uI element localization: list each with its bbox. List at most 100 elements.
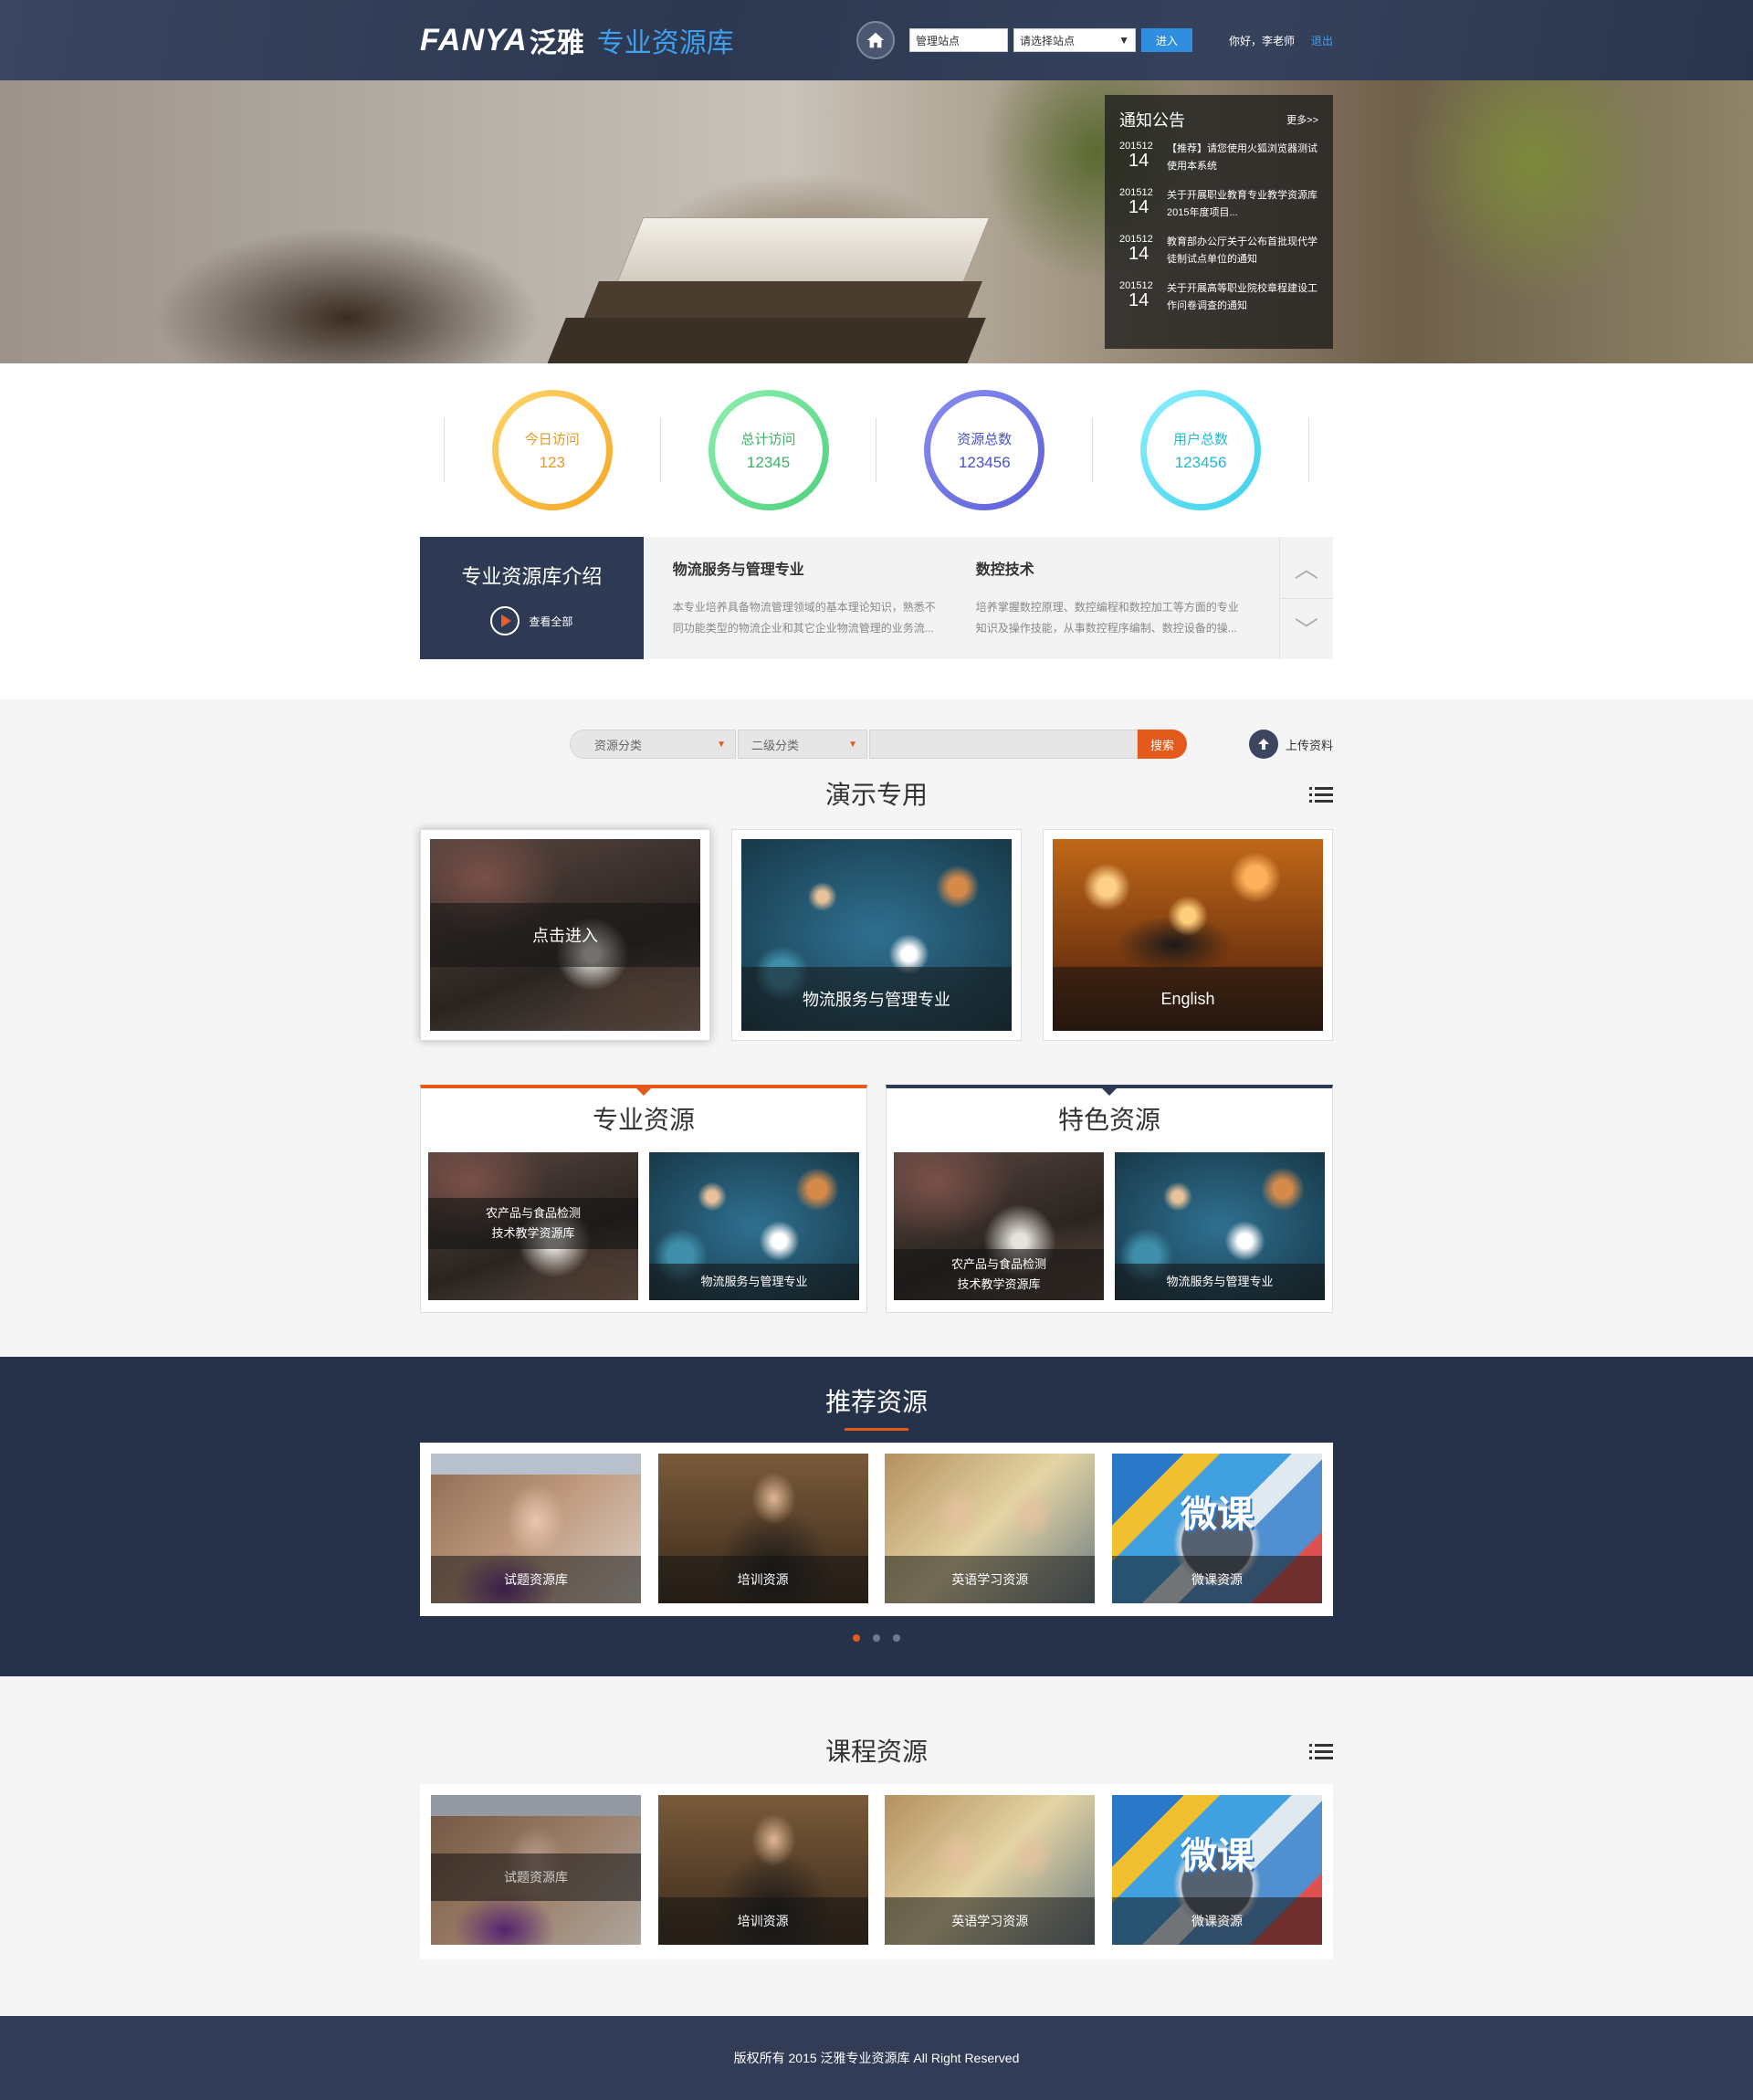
notice-more-link[interactable]: 更多>> xyxy=(1286,112,1318,127)
search-button[interactable]: 搜索 xyxy=(1137,730,1187,759)
course-card-caption: 培训资源 xyxy=(657,1897,868,1945)
logo-subtitle: 专业资源库 xyxy=(596,27,734,59)
stat-label: 资源总数 xyxy=(957,431,1013,447)
stats-section: 今日访问 123 总计访问 12345 资源总数 123456 用户总数 123… xyxy=(0,363,1753,537)
stat-value: 123 xyxy=(539,453,565,471)
dandelion-image: 点击进入 xyxy=(430,839,700,1031)
upload-button[interactable]: 上传资料 xyxy=(1248,730,1333,759)
course-card[interactable]: 试题资源库 xyxy=(431,1795,641,1945)
enter-button[interactable]: 进入 xyxy=(1140,28,1192,52)
carousel-dot[interactable] xyxy=(873,1634,880,1642)
resource-card-caption: 农产品与食品检测 技术教学资源库 xyxy=(894,1249,1104,1300)
subcategory-select-label: 二级分类 xyxy=(751,738,799,752)
notice-item[interactable]: 201512 14 关于开展高等职业院校章程建设工作问卷调查的通知 xyxy=(1119,280,1318,315)
intro-item[interactable]: 物流服务与管理专业 本专业培养具备物流管理领域的基本理论知识，熟悉不同功能类型的… xyxy=(673,557,976,659)
featured-resources-box: 特色资源 农产品与食品检测 技术教学资源库 物流服务与管理专业 xyxy=(886,1085,1333,1313)
caption-line: 农产品与食品检测 xyxy=(950,1257,1046,1271)
intro-header: 专业资源库介绍 查看全部 xyxy=(420,537,644,659)
caret-down-icon: ▼ xyxy=(1118,34,1129,47)
logo[interactable]: FANYA 泛雅 专业资源库 xyxy=(420,20,734,60)
divider xyxy=(659,418,661,482)
notice-text: 关于开展高等职业院校章程建设工作问卷调查的通知 xyxy=(1167,283,1317,311)
list-icon[interactable] xyxy=(1309,785,1333,805)
banner: 通知公告 更多>> 201512 14 【推荐】请您使用火狐浏览器测试使用本系统 … xyxy=(0,80,1753,363)
stat-label: 总计访问 xyxy=(740,431,796,447)
notice-item[interactable]: 201512 14 教育部办公厅关于公布首批现代学徒制试点单位的通知 xyxy=(1119,234,1318,268)
course-card[interactable]: 培训资源 xyxy=(657,1795,868,1945)
resource-card-caption: 农产品与食品检测 技术教学资源库 xyxy=(428,1198,638,1249)
title-underline xyxy=(845,1428,908,1431)
course-title: 课程资源 xyxy=(824,1738,928,1766)
course-section-title: 课程资源 xyxy=(420,1727,1333,1777)
demo-card[interactable]: 物流服务与管理专业 xyxy=(731,829,1022,1041)
course-card[interactable]: 微课 微课资源 xyxy=(1111,1795,1322,1945)
resource-card[interactable]: 物流服务与管理专业 xyxy=(649,1152,859,1300)
stat-value: 123456 xyxy=(958,453,1011,471)
intro-item-title: 数控技术 xyxy=(975,562,1034,578)
notice-date-day: 14 xyxy=(1128,197,1149,217)
resources-section: 资源分类 ▼ 二级分类 ▼ 搜索 上传资料 演示专用 点击进入 物流服务与管理专… xyxy=(0,699,1753,1313)
notice-title: 通知公告 xyxy=(1119,111,1185,130)
demo-card-caption: English xyxy=(1053,967,1323,1031)
resource-card-caption: 物流服务与管理专业 xyxy=(1115,1264,1325,1300)
search-input[interactable] xyxy=(868,730,1138,759)
logout-link[interactable]: 退出 xyxy=(1311,33,1333,48)
logo-cn: 泛雅 xyxy=(529,28,584,58)
course-card-caption: 微课资源 xyxy=(1111,1897,1322,1945)
recommend-card-caption: 试题资源库 xyxy=(431,1556,641,1603)
category-select-label: 资源分类 xyxy=(593,738,642,752)
intro-item[interactable]: 数控技术 培养掌握数控原理、数控编程和数控加工等方面的专业知识及操作技能，从事数… xyxy=(976,557,1279,659)
demo-card[interactable]: 点击进入 xyxy=(420,829,710,1041)
resource-card-caption: 物流服务与管理专业 xyxy=(649,1264,859,1300)
notice-panel: 通知公告 更多>> 201512 14 【推荐】请您使用火狐浏览器测试使用本系统 … xyxy=(1105,95,1333,349)
intro-item-desc: 培养掌握数控原理、数控编程和数控加工等方面的专业知识及操作技能，从事数控程序编制… xyxy=(975,601,1239,635)
user-greeting: 你好，李老师 xyxy=(1228,34,1295,47)
banner-book-image xyxy=(530,181,1042,363)
caption-line: 技术教学资源库 xyxy=(957,1277,1041,1291)
stat-value: 123456 xyxy=(1174,453,1227,471)
resource-card[interactable]: 物流服务与管理专业 xyxy=(1115,1152,1325,1300)
carousel-dot[interactable] xyxy=(893,1634,900,1642)
bokeh-branch-image: 物流服务与管理专业 xyxy=(741,839,1012,1031)
featured-title: 特色资源 xyxy=(1057,1106,1160,1134)
upload-icon xyxy=(1248,730,1278,759)
caption-line: 物流服务与管理专业 xyxy=(700,1275,808,1288)
site-input[interactable]: 管理站点 xyxy=(908,28,1008,52)
home-button[interactable] xyxy=(856,21,895,59)
notice-item[interactable]: 201512 14 关于开展职业教育专业教学资源库2015年度项目... xyxy=(1119,187,1318,222)
course-card[interactable]: 英语学习资源 xyxy=(885,1795,1096,1945)
caret-down-icon: ▼ xyxy=(717,739,726,750)
recommend-card[interactable]: 微课 微课资源 xyxy=(1111,1454,1322,1603)
recommend-carousel: 试题资源库 培训资源 英语学习资源 微课 微课资源 xyxy=(420,1443,1333,1616)
view-all-button[interactable]: 查看全部 xyxy=(490,606,572,635)
resource-card[interactable]: 农产品与食品检测 技术教学资源库 xyxy=(894,1152,1104,1300)
professional-resources-box: 专业资源 农产品与食品检测 技术教学资源库 物流服务与管理专业 xyxy=(420,1085,867,1313)
view-all-label: 查看全部 xyxy=(529,614,573,628)
arrow-down-button[interactable]: ﹀ xyxy=(1280,599,1333,660)
notice-date-day: 14 xyxy=(1128,244,1149,264)
category-select[interactable]: 资源分类 ▼ xyxy=(569,730,736,759)
notice-date-day: 14 xyxy=(1128,151,1149,171)
site-select-label: 请选择站点 xyxy=(1019,34,1075,47)
carousel-dot[interactable] xyxy=(853,1634,860,1642)
demo-section-title: 演示专用 xyxy=(420,771,1333,820)
recommend-title: 推荐资源 xyxy=(824,1388,928,1416)
demo-card[interactable]: English xyxy=(1043,829,1333,1041)
upload-label: 上传资料 xyxy=(1285,738,1333,752)
notice-item[interactable]: 201512 14 【推荐】请您使用火狐浏览器测试使用本系统 xyxy=(1119,141,1318,175)
site-select[interactable]: 请选择站点 ▼ xyxy=(1013,28,1136,52)
resource-card[interactable]: 农产品与食品检测 技术教学资源库 xyxy=(428,1152,638,1300)
intro-panel: 专业资源库介绍 查看全部 物流服务与管理专业 本专业培养具备物流管理领域的基本理… xyxy=(420,537,1333,659)
stat-total-visits: 总计访问 12345 xyxy=(708,390,829,510)
recommend-card[interactable]: 培训资源 xyxy=(657,1454,868,1603)
caret-down-icon: ▼ xyxy=(848,739,857,750)
recommend-card[interactable]: 试题资源库 xyxy=(431,1454,641,1603)
weike-logo-text: 微课 xyxy=(1180,1495,1254,1535)
arrow-up-button[interactable]: ︿ xyxy=(1279,537,1333,599)
divider xyxy=(1092,418,1094,482)
list-icon[interactable] xyxy=(1309,1742,1333,1762)
recommend-card[interactable]: 英语学习资源 xyxy=(885,1454,1096,1603)
footer: 版权所有 2015 泛雅专业资源库 All Right Reserved xyxy=(0,2016,1753,2100)
carousel-dots xyxy=(420,1634,1333,1642)
subcategory-select[interactable]: 二级分类 ▼ xyxy=(737,730,867,759)
